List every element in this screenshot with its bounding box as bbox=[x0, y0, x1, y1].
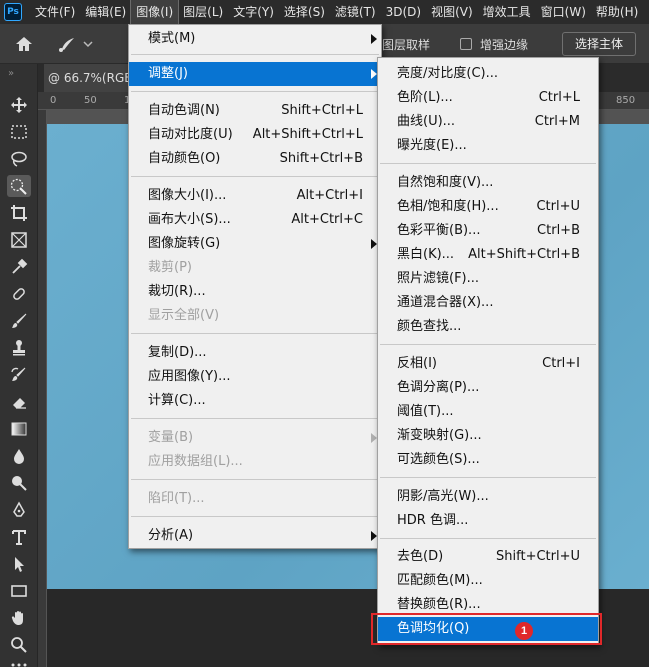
menu-window[interactable]: 窗口(W) bbox=[536, 0, 591, 24]
path-select-icon[interactable] bbox=[7, 553, 31, 575]
blur-icon[interactable] bbox=[7, 445, 31, 467]
eraser-icon[interactable] bbox=[7, 391, 31, 413]
menu-item-threshold[interactable]: 阈值(T)... bbox=[378, 400, 598, 424]
select-subject-button[interactable]: 选择主体 bbox=[562, 32, 636, 56]
menu-item-exposure[interactable]: 曝光度(E)... bbox=[378, 134, 598, 158]
menu-filter[interactable]: 滤镜(T) bbox=[330, 0, 381, 24]
brush-preset-icon[interactable] bbox=[56, 34, 96, 54]
menu-item-selective-color[interactable]: 可选颜色(S)... bbox=[378, 448, 598, 472]
menu-layer[interactable]: 图层(L) bbox=[178, 0, 228, 24]
menu-item-apply-data-set: 应用数据组(L)... bbox=[148, 454, 243, 469]
healing-icon[interactable] bbox=[7, 283, 31, 305]
menu-item-photo-filter[interactable]: 照片滤镜(F)... bbox=[378, 267, 598, 291]
crop-icon[interactable] bbox=[7, 202, 31, 224]
image-menu-dropdown: 模式(M) 调整(J) 自动色调(N) Shift+Ctrl+L 自动对比度(U)… bbox=[128, 24, 382, 549]
shape-icon[interactable] bbox=[7, 580, 31, 602]
frame-icon[interactable] bbox=[7, 229, 31, 251]
callout-highlight-box bbox=[371, 613, 602, 645]
menu-item-vibrance[interactable]: 自然饱和度(V)... bbox=[378, 171, 598, 195]
dodge-icon[interactable] bbox=[7, 472, 31, 494]
history-brush-icon[interactable] bbox=[7, 364, 31, 386]
menu-file[interactable]: 文件(F) bbox=[30, 0, 80, 24]
brush-icon[interactable] bbox=[7, 310, 31, 332]
menu-bar: Ps 文件(F) 编辑(E) 图像(I) 图层(L) 文字(Y) 选择(S) 滤… bbox=[0, 0, 649, 25]
enhance-edge-label[interactable]: 增强边缘 bbox=[480, 36, 528, 53]
menu-item-gradient-map[interactable]: 渐变映射(G)... bbox=[378, 424, 598, 448]
menu-item-shadows-highlights[interactable]: 阴影/高光(W)... bbox=[378, 485, 598, 509]
menu-item-duplicate[interactable]: 复制(D)... bbox=[129, 341, 381, 365]
enhance-edge-checkbox[interactable] bbox=[460, 38, 472, 50]
home-icon[interactable] bbox=[14, 34, 34, 54]
gradient-icon[interactable] bbox=[7, 418, 31, 440]
ruler-mark: 50 bbox=[84, 95, 97, 106]
menu-item-reveal-all: 显示全部(V) bbox=[148, 308, 220, 323]
more-icon[interactable] bbox=[7, 654, 31, 667]
marquee-icon[interactable] bbox=[7, 121, 31, 143]
menu-item-invert[interactable]: 反相(I) Ctrl+I bbox=[378, 352, 598, 376]
hand-icon[interactable] bbox=[7, 607, 31, 629]
menu-item-canvas-size[interactable]: 画布大小(S)... Alt+Ctrl+C bbox=[129, 208, 381, 232]
photoshop-logo-icon: Ps bbox=[4, 3, 22, 21]
pen-icon[interactable] bbox=[7, 499, 31, 521]
move-icon[interactable] bbox=[7, 94, 31, 116]
menu-item-hdr-toning[interactable]: HDR 色调... bbox=[378, 509, 598, 533]
menu-item-channel-mixer[interactable]: 通道混合器(X)... bbox=[378, 291, 598, 315]
eyedropper-icon[interactable] bbox=[7, 256, 31, 278]
menu-select[interactable]: 选择(S) bbox=[279, 0, 330, 24]
menu-item-auto-color[interactable]: 自动颜色(O) Shift+Ctrl+B bbox=[129, 147, 381, 171]
menu-view[interactable]: 视图(V) bbox=[426, 0, 478, 24]
quick-select-icon[interactable] bbox=[7, 175, 31, 197]
menu-item-match-color[interactable]: 匹配颜色(M)... bbox=[378, 569, 598, 593]
menu-item-analysis[interactable]: 分析(A) bbox=[129, 524, 381, 548]
document-tab[interactable]: @ 66.7%(RGB/ bbox=[44, 64, 134, 92]
adjustments-submenu: 亮度/对比度(C)... 色阶(L)... Ctrl+L 曲线(U)... Ctrl… bbox=[377, 57, 599, 645]
menu-help[interactable]: 帮助(H) bbox=[591, 0, 643, 24]
menu-item-brightness-contrast[interactable]: 亮度/对比度(C)... bbox=[378, 62, 598, 86]
menu-item-hue-saturation[interactable]: 色相/饱和度(H)... Ctrl+U bbox=[378, 195, 598, 219]
ruler-vertical bbox=[38, 110, 47, 667]
type-icon[interactable] bbox=[7, 526, 31, 548]
ruler-mark: 0 bbox=[50, 95, 57, 106]
menu-type[interactable]: 文字(Y) bbox=[228, 0, 279, 24]
menu-3d[interactable]: 3D(D) bbox=[381, 0, 426, 24]
menu-item-desaturate[interactable]: 去色(D) Shift+Ctrl+U bbox=[378, 545, 598, 569]
tool-panel: » bbox=[0, 64, 38, 667]
submenu-arrow-icon bbox=[371, 34, 377, 44]
menu-item-color-balance[interactable]: 色彩平衡(B)... Ctrl+B bbox=[378, 219, 598, 243]
menu-edit[interactable]: 编辑(E) bbox=[80, 0, 131, 24]
menu-item-auto-contrast[interactable]: 自动对比度(U) Alt+Shift+Ctrl+L bbox=[129, 123, 381, 147]
callout-number-badge: 1 bbox=[515, 622, 533, 640]
panel-collapse-icon[interactable]: » bbox=[8, 68, 14, 79]
menu-plugins[interactable]: 增效工具 bbox=[478, 0, 536, 24]
ruler-mark: 850 bbox=[616, 95, 636, 106]
menu-item-auto-tone[interactable]: 自动色调(N) Shift+Ctrl+L bbox=[129, 99, 381, 123]
menu-item-image-size[interactable]: 图像大小(I)... Alt+Ctrl+I bbox=[129, 184, 381, 208]
menu-item-image-rotation[interactable]: 图像旋转(G) bbox=[129, 232, 381, 256]
menu-item-apply-image[interactable]: 应用图像(Y)... bbox=[129, 365, 381, 389]
menu-image[interactable]: 图像(I) bbox=[130, 0, 180, 25]
menu-item-curves[interactable]: 曲线(U)... Ctrl+M bbox=[378, 110, 598, 134]
menu-item-color-lookup[interactable]: 颜色查找... bbox=[378, 315, 598, 339]
menu-item-trap: 陷印(T)... bbox=[148, 491, 205, 506]
zoom-icon[interactable] bbox=[7, 634, 31, 656]
menu-item-crop: 裁剪(P) bbox=[148, 260, 192, 275]
stamp-icon[interactable] bbox=[7, 337, 31, 359]
menu-item-black-white[interactable]: 黑白(K)... Alt+Shift+Ctrl+B bbox=[378, 243, 598, 267]
menu-item-variables: 变量(B) bbox=[129, 426, 381, 450]
menu-item-mode[interactable]: 模式(M) bbox=[129, 27, 381, 51]
lasso-icon[interactable] bbox=[7, 148, 31, 170]
menu-item-calculations[interactable]: 计算(C)... bbox=[129, 389, 381, 413]
menu-item-levels[interactable]: 色阶(L)... Ctrl+L bbox=[378, 86, 598, 110]
menu-item-posterize[interactable]: 色调分离(P)... bbox=[378, 376, 598, 400]
menu-item-trim[interactable]: 裁切(R)... bbox=[129, 280, 381, 304]
menu-item-adjustments[interactable]: 调整(J) bbox=[129, 62, 381, 86]
